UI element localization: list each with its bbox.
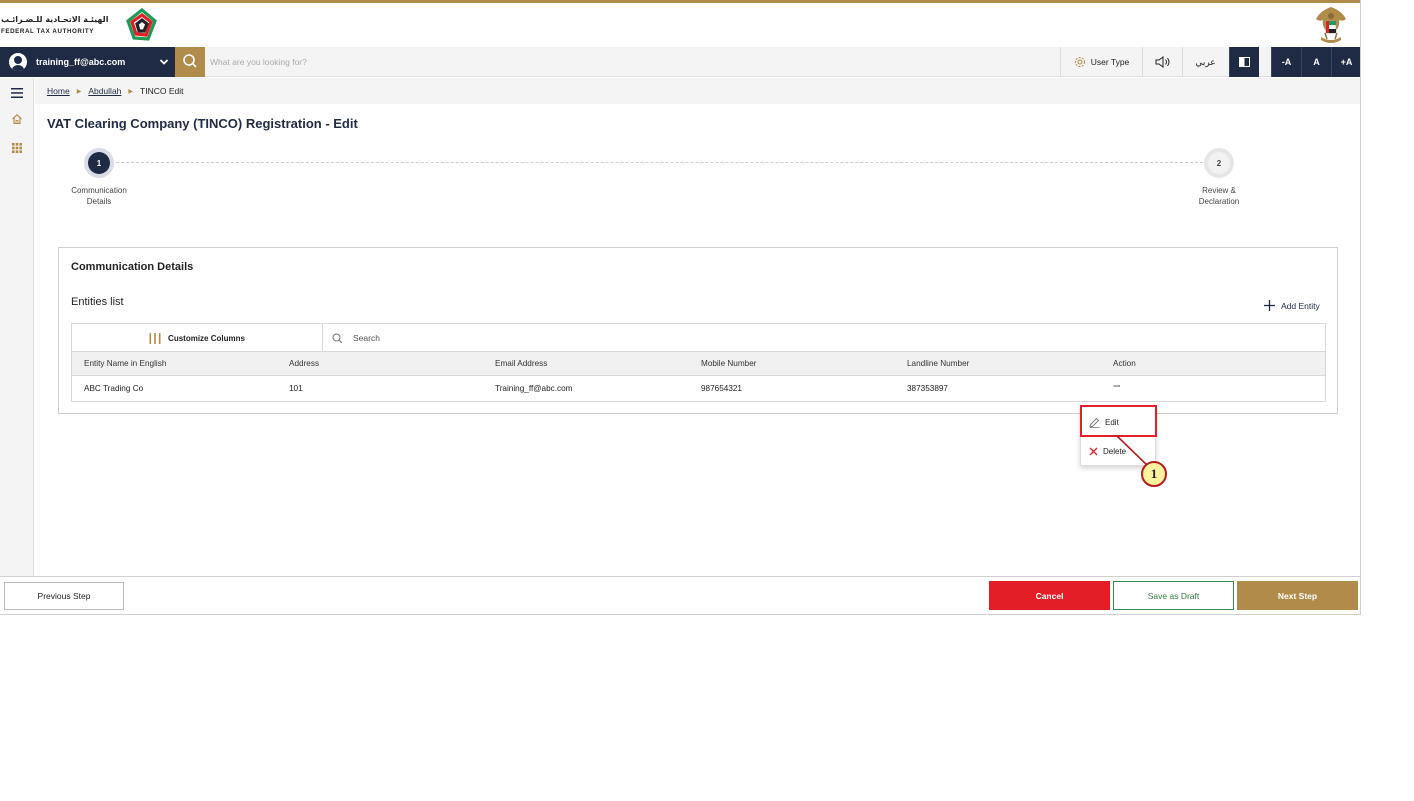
breadcrumb-current: TINCO Edit [140,86,184,96]
next-step-button[interactable]: Next Step [1237,581,1358,610]
gear-icon [1074,57,1085,67]
breadcrumb-abdullah-link[interactable]: Abdullah [88,86,121,96]
user-type-button[interactable]: User Type [1060,47,1142,77]
top-navbar: training_ff@abc.com User Type عربي [0,47,1360,77]
font-decrease-button[interactable]: -A [1271,47,1301,77]
delete-menu-item[interactable]: Delete [1081,437,1157,465]
fta-logo-icon [126,7,157,41]
step-1-label: Communication Details [49,185,149,207]
edit-highlight-annotation [1080,405,1157,437]
table-toolbar: Customize Columns [72,324,1325,352]
breadcrumb-separator-icon: ▶ [76,88,82,95]
home-icon [12,114,22,125]
table-header-row: Entity Name in English Address Email Add… [72,352,1325,376]
user-email: training_ff@abc.com [36,57,126,67]
global-search-input[interactable] [210,54,810,70]
save-draft-button[interactable]: Save as Draft [1113,581,1234,610]
text-to-speech-button[interactable] [1142,47,1182,77]
left-sidebar [0,78,34,576]
entities-table: Customize Columns Entity Name in English… [71,323,1326,402]
contrast-icon [1239,57,1250,67]
step-2-label-line2: Declaration [1198,197,1240,206]
table-search [324,324,724,352]
plus-icon [1264,300,1275,311]
header: الهيئـة الاتحـادية للـضـرائـب FEDERAL TA… [0,3,1360,47]
table-search-input[interactable] [353,333,653,343]
breadcrumb: Home ▶ Abdullah ▶ TINCO Edit [35,78,1360,104]
delete-label: Delete [1103,446,1127,456]
column-header: Action [1113,359,1136,368]
table-cell: Training_ff@abc.com [495,384,573,393]
step-1-number: 1 [88,152,110,174]
search-button[interactable] [175,47,205,77]
columns-icon [149,332,161,344]
footer-action-bar: Previous Step Cancel Save as Draft Next … [0,576,1360,614]
previous-step-button[interactable]: Previous Step [4,582,124,610]
font-increase-button[interactable]: +A [1331,47,1360,77]
fta-logo[interactable]: الهيئـة الاتحـادية للـضـرائـب FEDERAL TA… [0,6,170,46]
font-normal-button[interactable]: A [1301,47,1331,77]
grid-icon [12,143,22,153]
add-entity-button[interactable]: Add Entity [1264,300,1320,311]
card-title: Communication Details [71,261,194,273]
language-toggle[interactable]: عربي [1182,47,1228,77]
table-cell: 101 [289,384,303,393]
page-title: VAT Clearing Company (TINCO) Registratio… [47,116,358,131]
stepper-connector [111,162,1218,163]
app-frame: الهيئـة الاتحـادية للـضـرائـب FEDERAL TA… [0,0,1361,615]
uae-emblem-icon [1316,7,1346,43]
registration-stepper: 1 Communication Details 2 Review & Decla… [35,145,1360,215]
hamburger-icon [11,88,23,98]
breadcrumb-home-link[interactable]: Home [47,86,70,96]
customize-columns-label: Customize Columns [168,333,245,343]
step-1-indicator[interactable]: 1 [84,148,114,178]
breadcrumb-separator-icon: ▶ [128,88,134,95]
step-2-label-line1: Review & [1202,186,1236,195]
step-2-number: 2 [1208,152,1230,174]
sidebar-home-button[interactable] [0,107,34,131]
table-row: ABC Trading Co 101 Training_ff@abc.com 9… [72,376,1325,401]
sidebar-apps-button[interactable] [0,136,34,160]
logo-english-text: FEDERAL TAX AUTHORITY [1,28,94,35]
add-entity-label: Add Entity [1281,300,1320,311]
speaker-icon [1155,56,1169,68]
column-header[interactable]: Entity Name in English [84,352,166,375]
logo-arabic-text: الهيئـة الاتحـادية للـضـرائـب [1,15,109,24]
column-header[interactable]: Address [289,352,319,375]
contrast-toggle[interactable] [1229,47,1259,77]
search-icon [183,54,197,68]
step-2-indicator[interactable]: 2 [1204,148,1234,178]
step-callout-badge: 1 [1141,461,1167,487]
table-cell: 987654321 [701,384,742,393]
table-cell: ABC Trading Co [84,384,144,393]
column-header[interactable]: Landline Number [907,352,969,375]
user-avatar-icon [9,53,27,71]
step-2-label: Review & Declaration [1169,185,1269,207]
column-header[interactable]: Email Address [495,352,547,375]
close-icon [1089,447,1098,455]
user-account-dropdown[interactable]: training_ff@abc.com [0,47,175,77]
table-cell: 387353897 [907,384,948,393]
search-icon [332,333,343,343]
communication-details-card: Communication Details Entities list Add … [58,247,1338,414]
user-type-label: User Type [1090,57,1130,67]
step-1-label-line2: Details [86,197,112,206]
entities-list-label: Entities list [71,296,124,308]
step-1-label-line1: Communication [71,186,127,195]
chevron-down-icon [159,59,169,65]
row-actions-button[interactable]: °°° [1113,376,1120,401]
cancel-button[interactable]: Cancel [989,581,1110,610]
hamburger-menu-button[interactable] [0,81,34,105]
column-header[interactable]: Mobile Number [701,352,757,375]
customize-columns-button[interactable]: Customize Columns [72,324,323,352]
